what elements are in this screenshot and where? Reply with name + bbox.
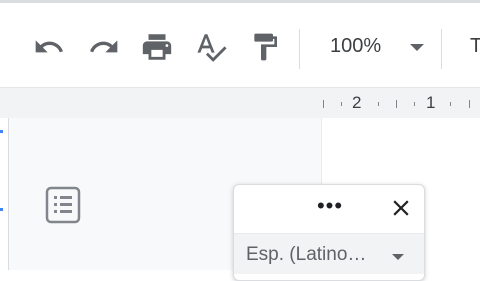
redo-icon xyxy=(88,31,120,63)
chevron-down-icon xyxy=(410,44,424,51)
close-icon xyxy=(388,200,414,225)
language-value: Esp. (Latino… xyxy=(246,244,367,265)
ruler-tick xyxy=(341,102,342,106)
chevron-down-icon xyxy=(392,254,404,260)
print-icon xyxy=(140,30,174,64)
ruler-tick xyxy=(396,100,397,108)
ruler-tick xyxy=(450,102,451,106)
ruler-tick xyxy=(323,100,324,108)
paint-format-icon xyxy=(249,31,281,63)
document-outline-icon xyxy=(44,186,82,228)
close-button[interactable] xyxy=(388,195,414,221)
ruler-label: 1 xyxy=(426,93,436,112)
toolbar: 100% T xyxy=(0,3,480,87)
ruler-label: 2 xyxy=(352,93,362,112)
horizontal-ruler[interactable]: 2 1 xyxy=(0,87,480,119)
spellcheck-button[interactable] xyxy=(193,29,229,65)
zoom-value: 100% xyxy=(330,35,382,57)
print-button[interactable] xyxy=(139,29,175,65)
document-outline-button[interactable] xyxy=(44,186,82,224)
ruler-marker xyxy=(0,208,3,211)
language-select[interactable]: Esp. (Latino… xyxy=(234,233,424,274)
toolbar-divider xyxy=(299,29,300,69)
undo-icon xyxy=(33,31,65,63)
ruler-tick xyxy=(378,102,379,106)
ruler-tick xyxy=(414,102,415,106)
redo-button[interactable] xyxy=(86,29,122,65)
zoom-select[interactable]: 100% xyxy=(318,29,434,65)
ruler-tick xyxy=(469,100,470,108)
more-options-button[interactable]: ••• xyxy=(312,195,348,219)
vertical-ruler[interactable] xyxy=(0,118,9,270)
language-popup: ••• Esp. (Latino… xyxy=(233,184,425,281)
next-toolbar-item-label[interactable]: T xyxy=(470,35,480,58)
paint-format-button[interactable] xyxy=(247,29,283,65)
undo-button[interactable] xyxy=(31,29,67,65)
spellcheck-icon xyxy=(194,30,228,64)
toolbar-divider xyxy=(441,29,442,69)
ruler-marker xyxy=(0,130,3,133)
